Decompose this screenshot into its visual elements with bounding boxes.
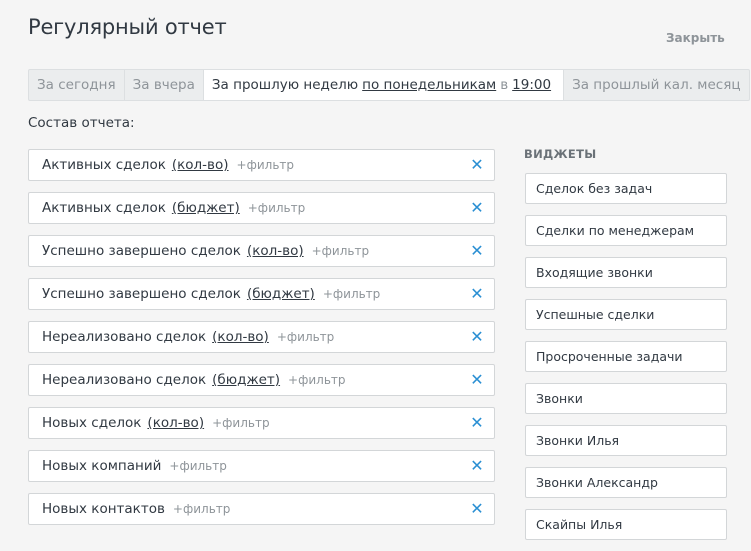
widgets-title: ВИДЖЕТЫ — [524, 147, 597, 161]
close-x-icon[interactable]: ✕ — [470, 200, 484, 216]
close-x-icon[interactable]: ✕ — [470, 501, 484, 517]
report-item-name: Успешно завершено сделок — [42, 286, 241, 302]
report-item-unit-toggle[interactable]: (кол-во) — [212, 329, 269, 345]
widget-button[interactable]: Звонки Илья — [525, 425, 727, 456]
add-filter-link[interactable]: +фильтр — [323, 287, 380, 301]
report-item-name: Новых контактов — [42, 501, 165, 517]
widget-button[interactable]: Звонки — [525, 383, 727, 414]
report-item: Успешно завершено сделок (кол-во) +фильтр ✕ — [28, 235, 495, 267]
report-item: Нереализовано сделок (бюджет) +фильтр ✕ — [28, 364, 495, 396]
tab-last-week-label: За прошлую неделю — [211, 77, 359, 93]
close-x-icon[interactable]: ✕ — [470, 415, 484, 431]
tab-last-month[interactable]: За прошлый кал. месяц — [564, 70, 748, 100]
add-filter-link[interactable]: +фильтр — [169, 459, 226, 473]
report-item-unit-toggle[interactable]: (кол-во) — [172, 157, 229, 173]
close-x-icon[interactable]: ✕ — [470, 372, 484, 388]
weekday-select[interactable]: по понедельникам — [362, 77, 496, 93]
widgets-list: Сделок без задач Сделки по менеджерам Вход… — [525, 173, 727, 551]
report-items-list: Активных сделок (кол-во) +фильтр ✕ Активных … — [28, 149, 495, 536]
report-item-name: Нереализовано сделок — [42, 329, 207, 345]
report-item-unit-toggle[interactable]: (кол-во) — [147, 415, 204, 431]
report-item-name: Активных сделок — [42, 157, 166, 173]
close-button[interactable]: Закрыть — [666, 31, 725, 45]
add-filter-link[interactable]: +фильтр — [237, 158, 294, 172]
report-item-unit-toggle[interactable]: (бюджет) — [247, 286, 315, 302]
report-item: Нереализовано сделок (кол-во) +фильтр ✕ — [28, 321, 495, 353]
widget-button[interactable]: Скайпы Илья — [525, 509, 727, 540]
add-filter-link[interactable]: +фильтр — [248, 201, 305, 215]
report-item-name: Успешно завершено сделок — [42, 243, 241, 259]
close-x-icon[interactable]: ✕ — [470, 157, 484, 173]
at-label: в — [500, 77, 509, 93]
add-filter-link[interactable]: +фильтр — [212, 416, 269, 430]
report-item: Успешно завершено сделок (бюджет) +фильтр ✕ — [28, 278, 495, 310]
report-item: Новых компаний +фильтр ✕ — [28, 450, 495, 482]
add-filter-link[interactable]: +фильтр — [288, 373, 345, 387]
widget-button[interactable]: Сделки по менеджерам — [525, 215, 727, 246]
report-item: Новых контактов +фильтр ✕ — [28, 493, 495, 525]
report-item-unit-toggle[interactable]: (бюджет) — [212, 372, 280, 388]
add-filter-link[interactable]: +фильтр — [277, 330, 334, 344]
widget-button[interactable]: Сделок без задач — [525, 173, 727, 204]
tab-last-week[interactable]: За прошлую неделю по понедельникам в 19:… — [203, 70, 565, 100]
period-tabs: За сегодня За вчера За прошлую неделю по… — [28, 69, 750, 101]
time-select[interactable]: 19:00 — [512, 77, 551, 93]
report-item-unit-toggle[interactable]: (кол-во) — [247, 243, 304, 259]
report-contents-label: Состав отчета: — [28, 115, 135, 131]
close-x-icon[interactable]: ✕ — [470, 458, 484, 474]
report-item-unit-toggle[interactable]: (бюджет) — [172, 200, 240, 216]
report-item-name: Активных сделок — [42, 200, 166, 216]
report-item: Активных сделок (кол-во) +фильтр ✕ — [28, 149, 495, 181]
tab-today[interactable]: За сегодня — [29, 70, 125, 100]
report-item-name: Нереализовано сделок — [42, 372, 207, 388]
widget-button[interactable]: Звонки Александр — [525, 467, 727, 498]
widget-button[interactable]: Просроченные задачи — [525, 341, 727, 372]
page-title: Регулярный отчет — [28, 15, 227, 39]
close-x-icon[interactable]: ✕ — [470, 243, 484, 259]
report-item-name: Новых сделок — [42, 415, 142, 431]
widget-button[interactable]: Входящие звонки — [525, 257, 727, 288]
close-x-icon[interactable]: ✕ — [470, 286, 484, 302]
widget-button[interactable]: Успешные сделки — [525, 299, 727, 330]
report-item: Активных сделок (бюджет) +фильтр ✕ — [28, 192, 495, 224]
add-filter-link[interactable]: +фильтр — [173, 502, 230, 516]
tab-yesterday[interactable]: За вчера — [125, 70, 204, 100]
add-filter-link[interactable]: +фильтр — [312, 244, 369, 258]
close-x-icon[interactable]: ✕ — [470, 329, 484, 345]
report-item-name: Новых компаний — [42, 458, 162, 474]
report-item: Новых сделок (кол-во) +фильтр ✕ — [28, 407, 495, 439]
